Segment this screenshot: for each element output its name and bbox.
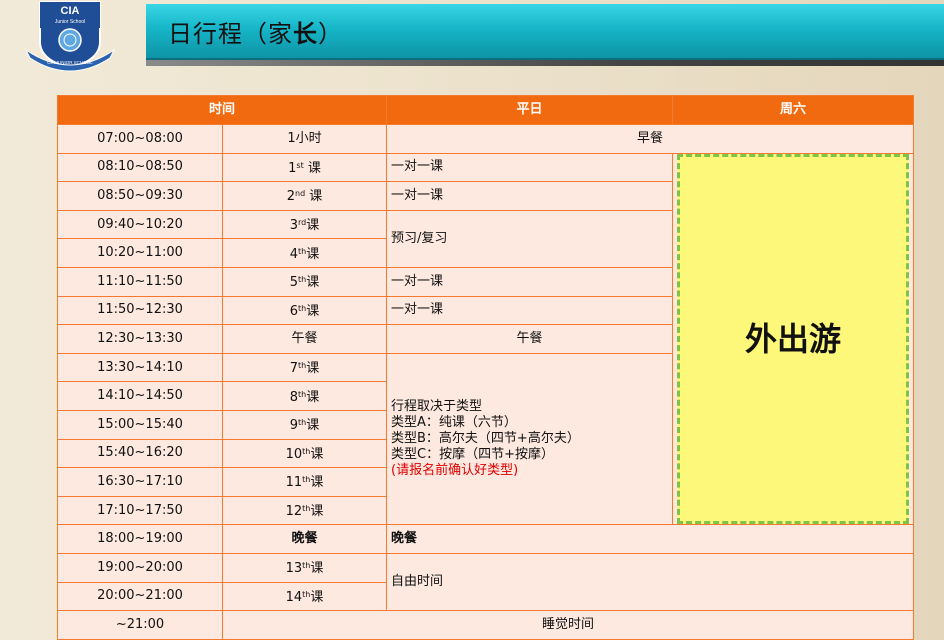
table-header-row: 时间 平日 周六 [56,95,915,125]
notes-line: 类型B：高尔夫（四节+高尔夫） [391,431,580,447]
school-logo: CIA Junior School CIA JUNIOR SCHOOL [24,1,116,72]
time-cell: 10:20~11:00 [57,238,223,268]
notes-line: 行程取决于类型 [391,399,483,415]
time-cell: 15:00~15:40 [57,409,223,440]
session-cell: 1小时 [221,124,388,154]
header-time: 时间 [56,95,388,125]
time-cell: 09:40~10:20 [57,209,223,240]
table-row: 18:00~19:00 晚餐 晚餐 [57,524,915,554]
table-row: 19:00~20:00 13th课 自由时间 [57,552,915,612]
free-time-cell: 自由时间 [386,552,915,612]
schedule-table: 时间 平日 周六 07:00~08:00 1小时 早餐 08:10~08:50 … [56,95,915,640]
title-banner: 日行程（家长） [146,4,944,66]
page-title-prefix: 日行程（家 [168,20,293,48]
time-cell: 11:50~12:30 [57,295,223,326]
time-cell: ~21:00 [57,610,223,640]
time-cell: 08:50~09:30 [57,181,223,211]
dinner-cell: 晚餐 [386,524,915,554]
weekday-activity-cell: 一对一课 [386,266,674,297]
logo-subtitle: Junior School [55,19,85,25]
session-cell: 12th课 [221,495,388,526]
time-cell: 15:40~16:20 [57,438,223,469]
session-cell: 5th课 [221,266,388,297]
header-weekday: 平日 [386,95,674,125]
weekday-activity-cell: 一对一课 [386,295,674,326]
sleep-cell: 睡觉时间 [221,610,915,640]
page-title: 日行程（家长） [168,14,343,49]
time-cell: 17:10~17:50 [57,495,223,526]
session-cell: 11th课 [221,467,388,497]
session-cell: 14th课 [221,581,388,612]
header-saturday: 周六 [672,95,915,125]
session-cell: 晚餐 [221,524,388,554]
afternoon-notes-cell: 行程取决于类型 类型A：纯课（六节） 类型B：高尔夫（四节+高尔夫） 类型C：按… [386,352,674,526]
session-cell: 13th课 [221,552,388,583]
session-cell: 3rd课 [221,209,388,240]
session-cell: 1st 课 [221,152,388,183]
time-cell: 12:30~13:30 [57,324,223,354]
time-cell: 20:00~21:00 [57,581,223,612]
outing-box: 外出游 [677,153,910,525]
session-cell: 8th课 [221,381,388,411]
table-row: 07:00~08:00 1小时 早餐 [57,124,915,154]
lunch-cell: 午餐 [386,324,674,354]
time-cell: 18:00~19:00 [57,524,223,554]
session-cell: 2nd 课 [221,181,388,211]
session-cell: 午餐 [221,324,388,354]
page-title-bold: 长 [293,20,318,48]
breakfast-cell: 早餐 [386,124,915,154]
time-cell: 14:10~14:50 [57,381,223,411]
time-cell: 08:10~08:50 [57,152,223,183]
session-cell: 9th课 [221,409,388,440]
notes-line: 类型A：纯课（六节） [391,415,517,431]
session-cell: 4th课 [221,238,388,268]
saturday-outing-cell: 外出游 [672,152,915,526]
notes-warning: (请报名前确认好类型) [391,463,519,479]
notes-line: 类型C：按摩（四节+按摩） [391,447,554,463]
page-title-suffix: ） [318,20,343,48]
weekday-activity-cell: 预习/复习 [386,209,674,268]
logo-arc-text: CIA JUNIOR SCHOOL [47,60,93,65]
table-row: ~21:00 睡觉时间 [57,610,915,640]
time-cell: 11:10~11:50 [57,266,223,297]
session-cell: 6th课 [221,295,388,326]
table-row: 08:10~08:50 1st 课 一对一课 外出游 [57,152,915,526]
session-cell: 7th课 [221,352,388,383]
session-cell: 10th课 [221,438,388,469]
weekday-activity-cell: 一对一课 [386,152,674,183]
time-cell: 13:30~14:10 [57,352,223,383]
logo-brand: CIA [61,5,80,17]
time-cell: 19:00~20:00 [57,552,223,583]
time-cell: 07:00~08:00 [57,124,223,154]
weekday-activity-cell: 一对一课 [386,181,674,211]
time-cell: 16:30~17:10 [57,467,223,497]
